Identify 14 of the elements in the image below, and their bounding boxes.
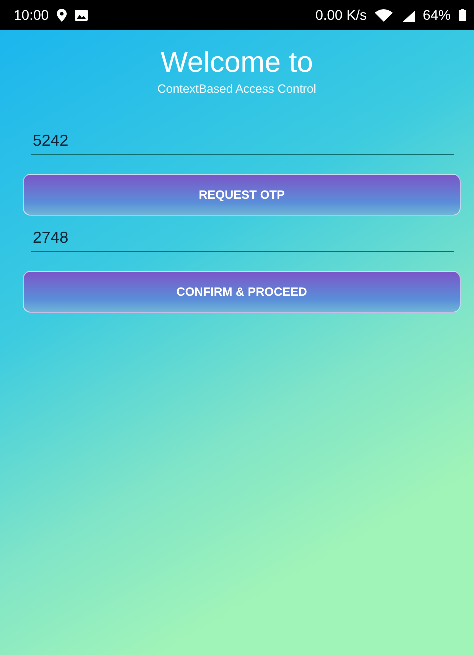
network-speed: 0.00 K/s [316, 7, 367, 23]
welcome-title: Welcome to [160, 46, 314, 80]
clock: 10:00 [14, 7, 50, 23]
image-icon [75, 10, 88, 20]
action-button[interactable]: REQUEST OTP [23, 174, 461, 216]
wifi-icon [374, 8, 393, 22]
action-button[interactable]: CONFIRM & PROCEED [23, 271, 461, 313]
input-field[interactable]: 5242 [31, 131, 454, 155]
signal-icon [400, 8, 415, 22]
app-subtitle: ContextBased Access Control [156, 82, 318, 96]
battery-percent: 64% [422, 7, 451, 23]
battery-icon [459, 9, 466, 21]
input-field[interactable]: 2748 [31, 228, 454, 252]
location-pin-icon [57, 8, 68, 22]
